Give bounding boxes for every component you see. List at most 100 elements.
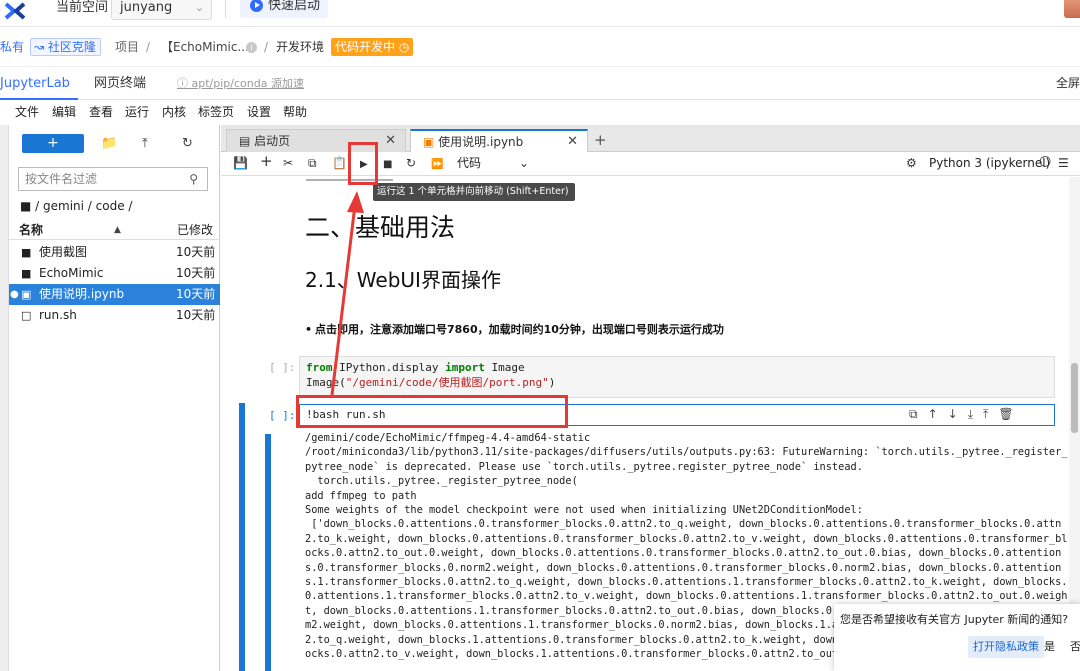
column-modified[interactable]: 已修改: [177, 220, 213, 240]
tab-terminal[interactable]: 网页终端: [94, 67, 146, 100]
heading-h3: 2.1、WebUI界面操作: [305, 268, 501, 292]
menu-edit[interactable]: 编辑: [52, 104, 76, 120]
output-collapser[interactable]: [265, 434, 271, 671]
launcher-icon: ▤: [239, 134, 251, 148]
yes-button[interactable]: 是: [1044, 636, 1055, 658]
file-name: 使用说明.ipynb: [39, 287, 125, 301]
add-cell-icon[interactable]: +: [260, 153, 273, 169]
close-icon[interactable]: ✕: [567, 131, 578, 153]
file-row[interactable]: ■ EchoMimic 10天前: [9, 263, 220, 284]
move-down-icon[interactable]: ↓: [948, 407, 968, 421]
menu-view[interactable]: 查看: [89, 104, 113, 120]
mirror-link-label: apt/pip/conda 源加速: [191, 77, 304, 90]
menu-file[interactable]: 文件: [15, 104, 39, 120]
tab-jupyterlab[interactable]: JupyterLab: [0, 67, 78, 100]
menu-tabs[interactable]: 标签页: [198, 104, 234, 120]
menu-run[interactable]: 运行: [125, 104, 149, 120]
space-label: 当前空间: [56, 0, 109, 15]
breadcrumb-separator: /: [264, 40, 269, 54]
file-row-selected[interactable]: ● ▣ 使用说明.ipynb 10天前: [9, 284, 220, 305]
breadcrumb-separator: /: [146, 40, 151, 54]
breadcrumb-path[interactable]: ■ / gemini / code /: [20, 198, 132, 214]
notification-text: 您是否希望接收有关官方 Jupyter 新闻的通知?: [840, 613, 1069, 626]
mirror-link[interactable]: ⓘ apt/pip/conda 源加速: [177, 67, 304, 100]
annotation-box: [296, 395, 568, 428]
menu-help[interactable]: 帮助: [283, 104, 307, 120]
sort-up-icon: ▲: [114, 225, 121, 235]
save-icon[interactable]: 💾: [233, 155, 248, 171]
paste-icon[interactable]: 📋: [332, 155, 347, 171]
kernel-name[interactable]: Python 3 (ipykernel): [929, 155, 1050, 171]
refresh-icon[interactable]: ↻: [182, 136, 193, 151]
insert-below-icon[interactable]: ⤒: [983, 407, 998, 421]
side-strip: [0, 125, 9, 671]
column-name[interactable]: 名称: [19, 220, 43, 240]
duplicate-icon[interactable]: ⧉: [909, 407, 928, 421]
quick-start-button[interactable]: 快速启动: [240, 0, 328, 18]
fast-forward-icon[interactable]: ⏩: [431, 157, 443, 173]
fullscreen-button[interactable]: 全屏: [1056, 67, 1080, 100]
folder-icon: ■: [21, 246, 32, 259]
file-modified: 10天前: [176, 245, 216, 259]
avatar[interactable]: [1064, 0, 1080, 18]
notification-toast: 您是否希望接收有关官方 Jupyter 新闻的通知? 打开隐私政策 是 否: [834, 604, 1080, 671]
running-dot-icon: ●: [10, 289, 19, 300]
tab-notebook[interactable]: ▣ 使用说明.ipynb ✕: [410, 129, 588, 152]
stop-icon[interactable]: ■: [383, 157, 392, 173]
privacy-policy-button[interactable]: 打开隐私政策: [968, 636, 1044, 658]
delete-icon[interactable]: 🗑: [998, 407, 1023, 421]
menu-icon[interactable]: ☰: [1058, 155, 1069, 171]
move-up-icon[interactable]: ↑: [928, 407, 948, 421]
cell-type-value: 代码: [457, 156, 482, 170]
code-token: IPython.display: [332, 361, 446, 374]
private-badge: 私有: [0, 40, 25, 54]
upload-icon[interactable]: ⤒: [142, 136, 148, 151]
close-icon[interactable]: ✕: [385, 130, 396, 152]
breadcrumb-project[interactable]: 项目: [115, 39, 139, 55]
breadcrumb: 私有 ↝ 社区克隆 项目 / 【EchoMimic... i / 开发环境 代码…: [0, 27, 1080, 67]
new-launcher-button[interactable]: +: [22, 134, 84, 153]
notebook-icon: ▣: [21, 288, 32, 301]
copy-icon[interactable]: ⧉: [308, 155, 317, 171]
path-label: / gemini / code /: [35, 199, 133, 213]
file-filter-input[interactable]: 按文件名过滤 ⚲: [18, 167, 208, 191]
tab-notebook-label: 使用说明.ipynb: [438, 135, 524, 149]
clock-icon: ◷: [398, 40, 410, 54]
menu-bar: 文件 编辑 查看 运行 内核 标签页 设置 帮助: [0, 100, 1080, 125]
code-cell[interactable]: from IPython.display import Image Image("…: [299, 356, 1055, 398]
cell-prompt: [ ]:: [269, 361, 296, 374]
tab-launcher[interactable]: ▤ 启动页 ✕: [226, 129, 406, 152]
menu-kernel[interactable]: 内核: [162, 104, 186, 120]
search-icon: ⚲: [189, 172, 198, 186]
tooltip: 运行这 1 个单元格并向前移动 (Shift+Enter): [373, 183, 575, 201]
info-icon[interactable]: i: [246, 42, 257, 53]
scrollbar-thumb[interactable]: [1071, 363, 1078, 433]
code-token: Image(: [306, 376, 346, 389]
no-button[interactable]: 否: [1070, 636, 1080, 658]
heading-h2: 二、基础用法: [305, 213, 456, 242]
insert-above-icon[interactable]: ⤓: [968, 407, 983, 421]
file-row[interactable]: □ run.sh 10天前: [9, 305, 220, 326]
file-filter-placeholder: 按文件名过滤: [25, 172, 98, 186]
new-folder-icon[interactable]: 📁: [101, 136, 117, 151]
add-tab-icon[interactable]: +: [594, 131, 607, 149]
logo-icon[interactable]: [4, 2, 26, 20]
menu-settings[interactable]: 设置: [247, 104, 271, 120]
divider: [225, 0, 226, 18]
breadcrumb-env: 开发环境: [276, 40, 325, 54]
cell-type-select[interactable]: 代码 ⌄: [457, 155, 529, 171]
status-badge: 代码开发中 ◷: [331, 38, 414, 56]
breadcrumb-project-name[interactable]: 【EchoMimic...: [161, 39, 249, 55]
cell-toolbar: ⧉↑↓⤓⤒🗑: [909, 406, 1024, 422]
file-icon: □: [21, 309, 32, 322]
restart-icon[interactable]: ↻: [406, 155, 416, 171]
kernel-status-icon: ○: [1039, 153, 1052, 169]
file-row[interactable]: ■ 使用截图 10天前: [9, 242, 220, 263]
file-list-header: 名称 ▲ 已修改: [9, 220, 220, 240]
code-token: Image: [484, 361, 525, 374]
file-name: run.sh: [39, 308, 77, 322]
cut-icon[interactable]: ✂: [283, 155, 293, 171]
space-select[interactable]: junyang ⌄: [111, 0, 212, 20]
community-clone-badge[interactable]: ↝ 社区克隆: [30, 38, 101, 56]
gear-icon[interactable]: ⚙: [906, 155, 917, 171]
